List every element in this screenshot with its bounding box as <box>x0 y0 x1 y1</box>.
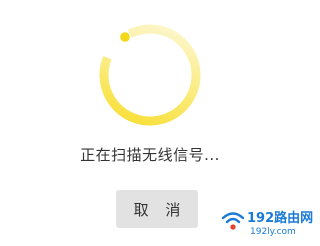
watermark-domain: 192ly.com <box>250 227 296 237</box>
cancel-button[interactable]: 取 消 <box>116 190 198 228</box>
watermark-brand: 192路由网 <box>247 211 314 226</box>
scan-dialog: 正在扫描无线信号... 取 消 192路由网 192ly.com <box>0 0 313 246</box>
wifi-icon <box>221 212 245 230</box>
scan-status-text: 正在扫描无线信号... <box>80 146 220 164</box>
loading-spinner <box>99 24 201 126</box>
site-watermark: 192路由网 192ly.com <box>220 206 313 246</box>
